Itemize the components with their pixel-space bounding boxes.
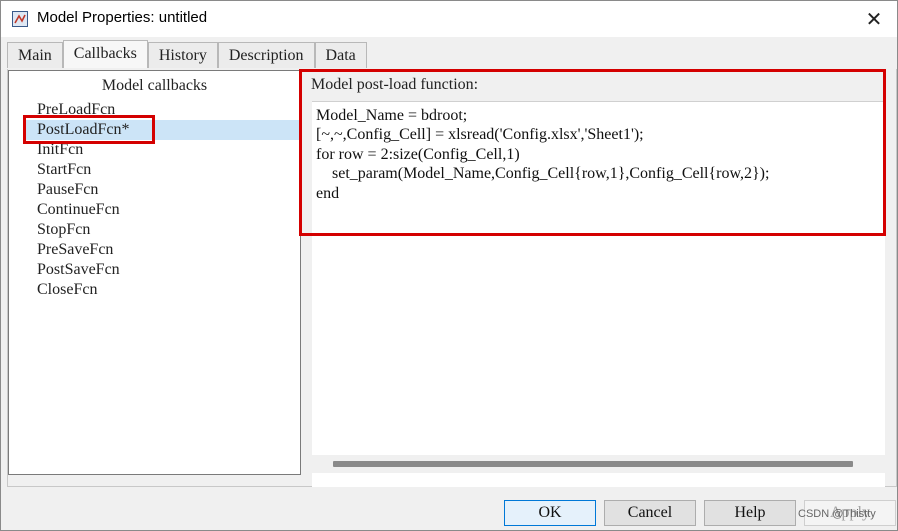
callback-editor-area: Model post-load function: Model_Name = b… bbox=[302, 70, 885, 487]
horizontal-scrollbar[interactable] bbox=[312, 455, 885, 473]
cancel-button[interactable]: Cancel bbox=[604, 500, 696, 526]
tab-history[interactable]: History bbox=[147, 42, 218, 68]
window-title: Model Properties: untitled bbox=[37, 9, 208, 26]
ok-button[interactable]: OK bbox=[504, 500, 596, 526]
callback-item-presavefcn[interactable]: PreSaveFcn bbox=[37, 240, 113, 260]
dialog-window: Model Properties: untitled ✕ Main Callba… bbox=[0, 0, 898, 531]
callback-item-pausefcn[interactable]: PauseFcn bbox=[37, 180, 98, 200]
help-button[interactable]: Help bbox=[704, 500, 796, 526]
callback-item-postsavefcn[interactable]: PostSaveFcn bbox=[37, 260, 120, 280]
tab-callbacks[interactable]: Callbacks bbox=[62, 40, 148, 68]
callback-item-initfcn[interactable]: InitFcn bbox=[37, 140, 83, 160]
callback-item-preloadfcn[interactable]: PreLoadFcn bbox=[37, 100, 115, 120]
watermark: CSDN @Thistty bbox=[798, 508, 876, 520]
callbacks-list-header: Model callbacks bbox=[101, 77, 208, 94]
tab-main[interactable]: Main bbox=[7, 42, 63, 68]
tab-description[interactable]: Description bbox=[217, 42, 315, 68]
callback-item-continuefcn[interactable]: ContinueFcn bbox=[37, 200, 120, 220]
code-editor[interactable]: Model_Name = bdroot; [~,~,Config_Cell] =… bbox=[312, 101, 885, 487]
callback-item-postloadfcn[interactable]: PostLoadFcn* bbox=[26, 120, 300, 140]
close-icon[interactable]: ✕ bbox=[851, 1, 897, 37]
callback-item-closefcn[interactable]: CloseFcn bbox=[37, 280, 97, 300]
title-bar: Model Properties: untitled ✕ bbox=[1, 1, 897, 37]
scrollbar-thumb[interactable] bbox=[333, 461, 853, 467]
callback-item-stopfcn[interactable]: StopFcn bbox=[37, 220, 90, 240]
simulink-model-icon bbox=[12, 11, 28, 27]
callback-item-startfcn[interactable]: StartFcn bbox=[37, 160, 91, 180]
editor-label: Model post-load function: bbox=[311, 76, 479, 93]
tab-data[interactable]: Data bbox=[314, 42, 367, 68]
callbacks-list[interactable]: Model callbacks PreLoadFcn PostLoadFcn* … bbox=[8, 70, 301, 475]
callback-code[interactable]: Model_Name = bdroot; [~,~,Config_Cell] =… bbox=[316, 106, 769, 203]
tab-strip: Main Callbacks History Description Data bbox=[7, 40, 367, 69]
